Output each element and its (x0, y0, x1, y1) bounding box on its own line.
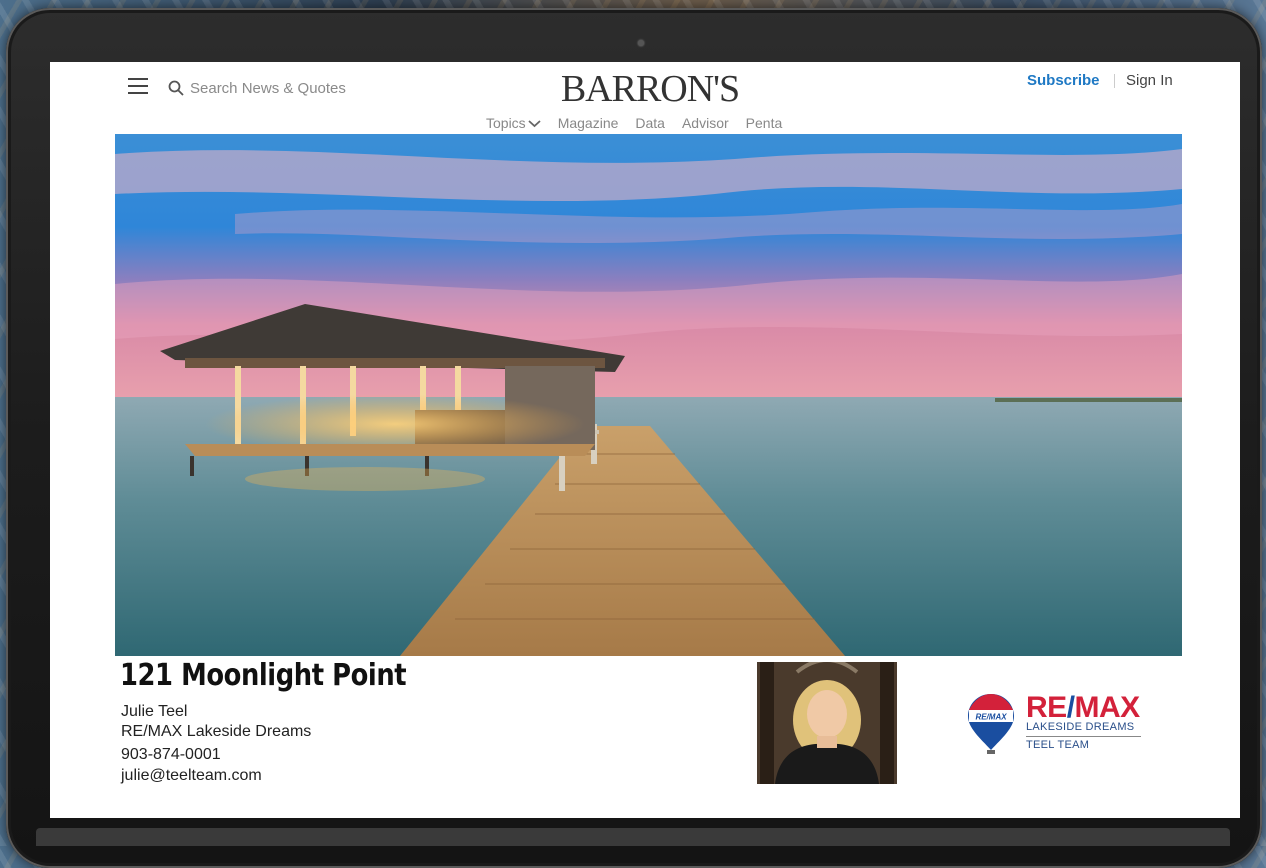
search-icon[interactable] (168, 80, 184, 96)
nav-item-advisor[interactable]: Advisor (682, 114, 729, 132)
remax-balloon-icon: RE/MAX (968, 694, 1014, 754)
barrons-logo[interactable]: BARRON'S (550, 66, 750, 112)
remax-wordmark-max: MAX (1074, 691, 1141, 724)
topic-nav: Topics Magazine Data Advisor Penta (486, 114, 799, 132)
hamburger-menu-icon[interactable] (128, 78, 148, 96)
remax-wordmark-slash: / (1066, 691, 1075, 724)
nav-item-penta[interactable]: Penta (746, 114, 783, 132)
nav-item-topics[interactable]: Topics (486, 114, 541, 132)
remax-balloon-text: RE/MAX (975, 713, 1007, 722)
remax-tagline: LAKESIDE DREAMS (1026, 721, 1135, 733)
agent-photo (757, 662, 897, 784)
agent-name: Julie Teel (121, 703, 188, 720)
nav-item-data[interactable]: Data (635, 114, 665, 132)
sign-in-link[interactable]: Sign In (1126, 72, 1173, 89)
tablet-frame: BARRON'S Subscribe Sign In Topics Magazi… (6, 8, 1262, 868)
screen: BARRON'S Subscribe Sign In Topics Magazi… (50, 62, 1240, 818)
agent-email[interactable]: julie@teelteam.com (121, 766, 262, 786)
nav-item-magazine[interactable]: Magazine (558, 114, 619, 132)
subscribe-link[interactable]: Subscribe (1027, 72, 1100, 89)
brokerage-name: RE/MAX Lakeside Dreams (121, 723, 312, 740)
tablet-bottom-bezel (36, 828, 1230, 846)
remax-team: TEEL TEAM (1026, 739, 1090, 751)
remax-wordmark: RE/MAX (1026, 692, 1140, 724)
remax-logo: RE/MAX RE/MAX LAKESIDE DREAMS TEEL TEAM (966, 692, 1166, 756)
search-input[interactable] (190, 77, 410, 99)
agent-phone[interactable]: 903-874-0001 (121, 745, 221, 765)
chevron-down-icon (528, 119, 541, 127)
remax-rule (1026, 736, 1141, 737)
header-divider (1114, 74, 1115, 88)
hero-image (115, 134, 1182, 656)
listing-title: 121 Moonlight Point (120, 658, 407, 693)
remax-wordmark-re: RE (1026, 691, 1067, 724)
camera-dot (638, 40, 644, 46)
nav-topics-label: Topics (486, 115, 526, 131)
